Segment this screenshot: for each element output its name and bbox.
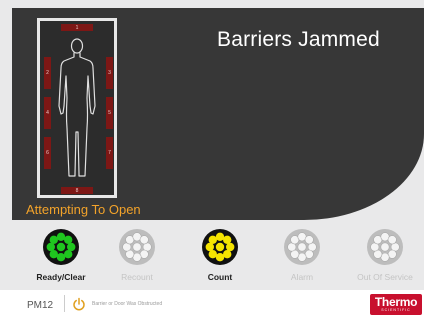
count-label: Count [207, 272, 233, 282]
out-of-service-indicator: Out Of Service [355, 228, 415, 288]
zone-4-indicator: 4 [44, 97, 51, 129]
ready-clear-label: Ready/Clear [36, 272, 86, 282]
zone-8-indicator: 8 [61, 187, 93, 194]
brand-name: Thermo [374, 295, 418, 309]
footer-bar: PM12 Barrier or Door Was Obstructed Ther… [0, 290, 424, 318]
status-message: Attempting To Open [26, 202, 141, 217]
light-cluster-icon [202, 229, 238, 265]
thermo-logo: Thermo SCIENTIFIC [370, 294, 422, 315]
recount-label: Recount [121, 272, 153, 282]
status-panel: 1 2 3 4 5 6 7 8 Barriers Jammed Attempti… [12, 8, 424, 220]
human-silhouette-icon [58, 38, 96, 177]
alarm-indicator: Alarm [272, 228, 332, 288]
out-of-service-label: Out Of Service [357, 272, 413, 282]
terminal-id: PM12 [27, 300, 54, 311]
zone-6-indicator: 6 [44, 137, 51, 169]
footer-divider [64, 295, 65, 312]
light-cluster-icon [367, 229, 403, 265]
power-icon[interactable] [72, 297, 86, 311]
zone-5-indicator: 5 [106, 97, 113, 129]
light-cluster-icon [119, 229, 155, 265]
ready-clear-indicator: Ready/Clear [31, 228, 91, 288]
zone-2-indicator: 2 [44, 57, 51, 89]
body-zone-diagram: 1 2 3 4 5 6 7 8 [37, 18, 117, 198]
brand-subtitle: SCIENTIFIC [381, 308, 411, 312]
light-cluster-icon [284, 229, 320, 265]
zone-7-indicator: 7 [106, 137, 113, 169]
count-indicator: Count [190, 228, 250, 288]
recount-indicator: Recount [107, 228, 167, 288]
zone-1-indicator: 1 [61, 24, 93, 31]
alarm-label: Alarm [290, 272, 314, 282]
light-cluster-icon [43, 229, 79, 265]
zone-3-indicator: 3 [106, 57, 113, 89]
status-title: Barriers Jammed [217, 28, 380, 51]
event-note: Barrier or Door Was Obstructed [92, 301, 163, 307]
screen: 1 2 3 4 5 6 7 8 Barriers Jammed Attempti… [0, 0, 424, 318]
